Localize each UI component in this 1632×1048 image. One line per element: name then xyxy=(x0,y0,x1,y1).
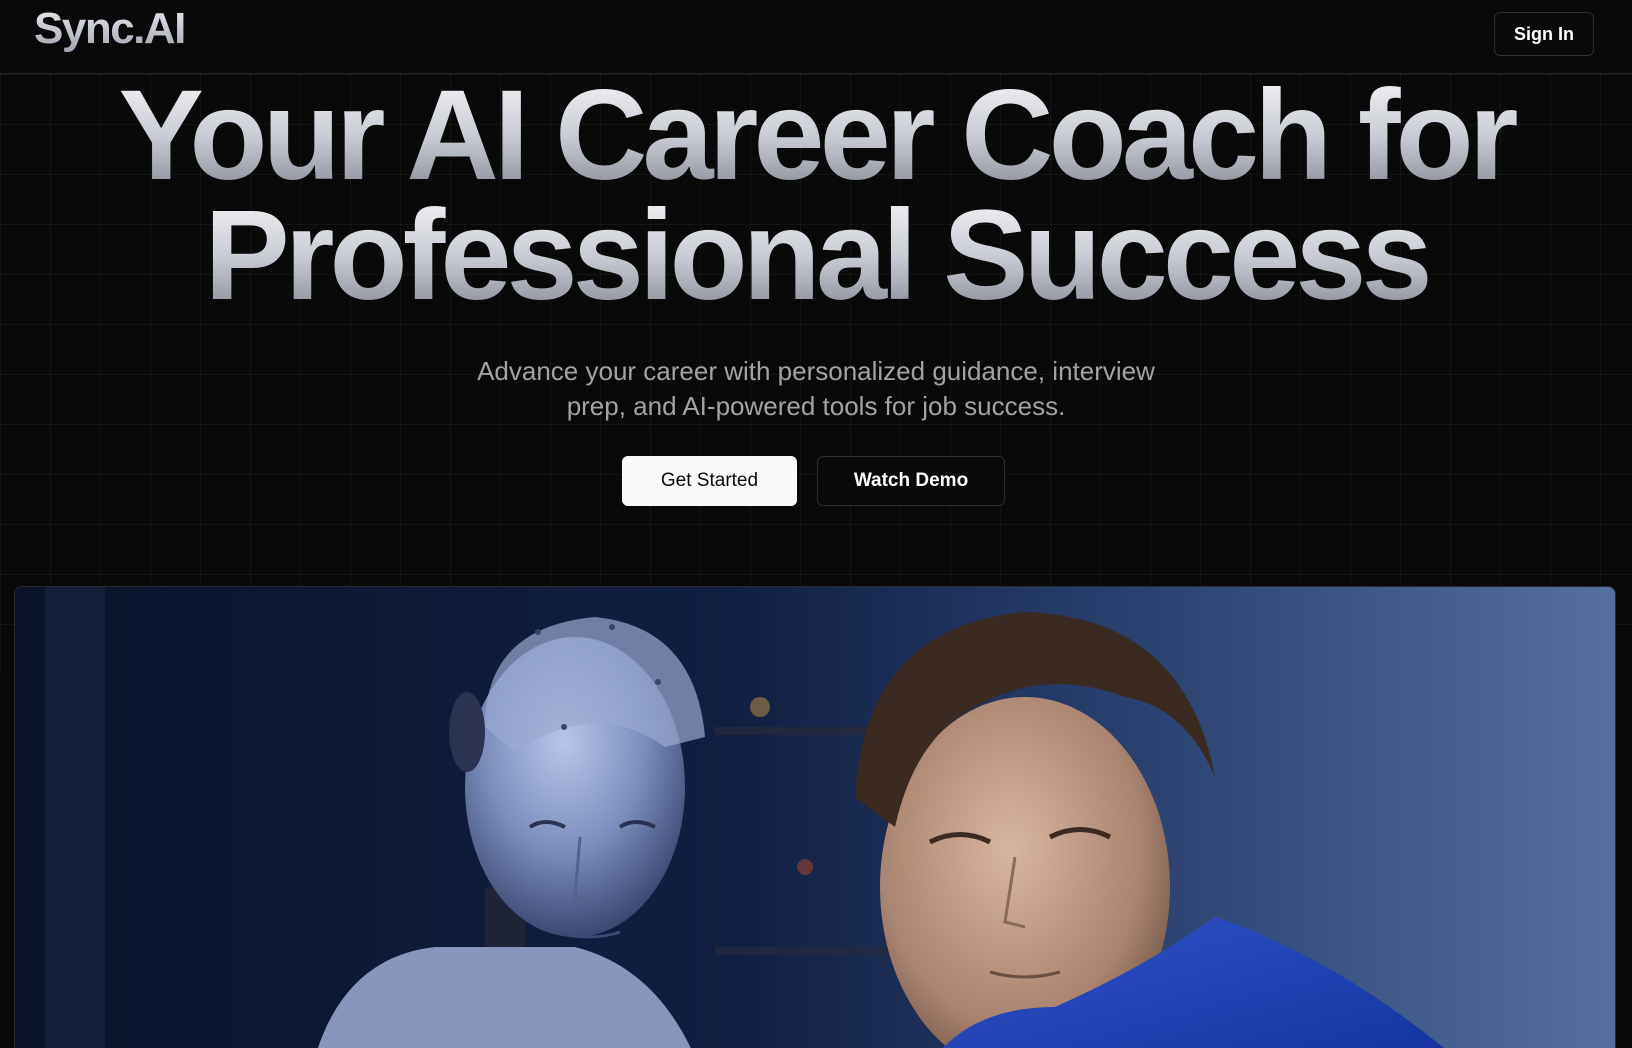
hero-headline-line-2: Professional Success xyxy=(0,192,1632,320)
sign-in-button[interactable]: Sign In xyxy=(1494,12,1594,56)
landing-page: Sync.AI Sign In Your AI Career Coach for… xyxy=(0,0,1632,1048)
hero-headline: Your AI Career Coach for Professional Su… xyxy=(0,72,1632,320)
site-header: Sync.AI Sign In xyxy=(0,0,1632,74)
hero-photo-robot-and-man-icon xyxy=(15,587,1615,1048)
hero-subtitle-line-1: Advance your career with personalized gu… xyxy=(477,356,1155,386)
hero-headline-line-1: Your AI Career Coach for xyxy=(0,72,1632,200)
hero-image xyxy=(14,586,1616,1048)
watch-demo-button[interactable]: Watch Demo xyxy=(817,456,1005,506)
hero-subtitle-line-2: prep, and AI-powered tools for job succe… xyxy=(566,391,1066,421)
hero-subtitle: Advance your career with personalized gu… xyxy=(416,354,1216,424)
site-logo[interactable]: Sync.AI xyxy=(34,4,186,54)
get-started-button[interactable]: Get Started xyxy=(622,456,797,506)
